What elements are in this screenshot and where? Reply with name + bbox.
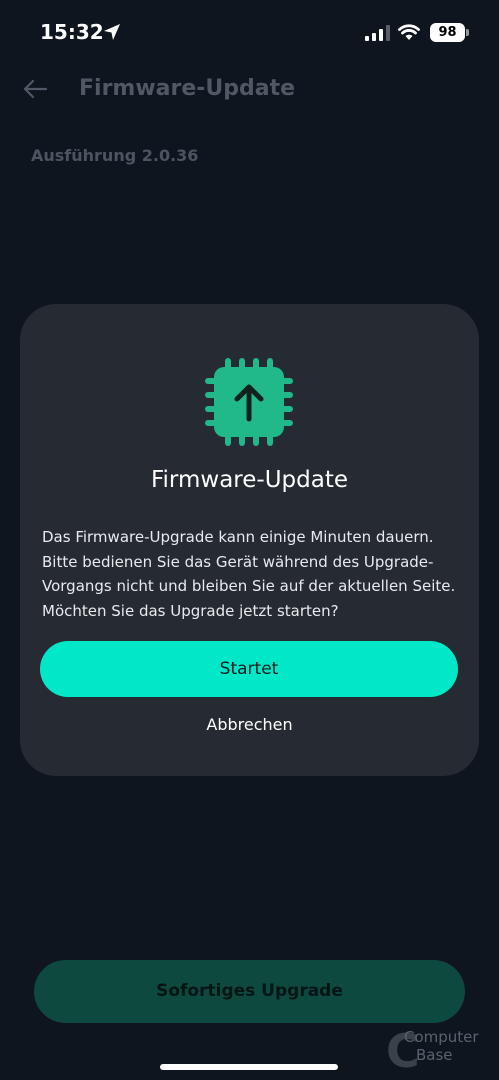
computerbase-watermark: C Computer Base <box>386 1024 498 1078</box>
watermark-line1: Computer <box>404 1028 479 1046</box>
dialog-title: Firmware-Update <box>150 467 348 493</box>
watermark-line2: Base <box>416 1046 453 1064</box>
cancel-button[interactable]: Abbrechen <box>20 715 479 734</box>
firmware-update-dialog: Firmware-Update Das Firmware-Upgrade kan… <box>20 304 479 776</box>
start-button[interactable]: Startet <box>40 641 458 697</box>
home-indicator[interactable] <box>160 1064 338 1070</box>
dialog-message: Das Firmware-Upgrade kann einige Minuten… <box>42 528 456 620</box>
chip-upload-icon <box>205 358 293 446</box>
